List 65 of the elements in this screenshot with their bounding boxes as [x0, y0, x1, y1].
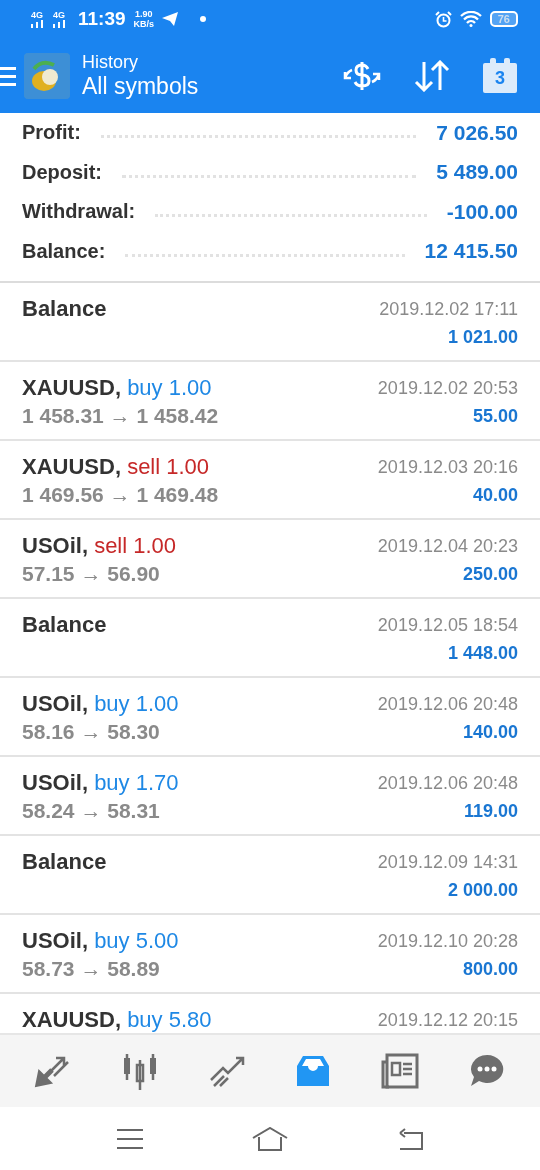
- deal-title: USOil, buy 1.00: [22, 690, 179, 718]
- price-range: 58.73 → 58.89: [22, 956, 161, 982]
- deal-time: 2019.12.04 20:23: [377, 535, 518, 558]
- deal-time: 2019.12.06 20:48: [377, 772, 518, 795]
- deal-time: 2019.12.12 20:15: [377, 1009, 518, 1032]
- summary-value: 5 489.00: [436, 160, 518, 185]
- price-range: 57.15 → 56.90: [22, 561, 161, 587]
- clock: 11:39: [78, 8, 126, 30]
- price-range: 1 469.56 → 1 469.48: [22, 482, 219, 508]
- deal-amount: 1 448.00: [447, 642, 518, 665]
- signal-icon: [30, 19, 44, 28]
- deal-title: XAUUSD, buy 5.80: [22, 1006, 212, 1033]
- deal-time: 2019.12.05 18:54: [377, 614, 518, 637]
- deal-amount: 140.00: [462, 721, 518, 744]
- alarm-clock-icon: [434, 10, 452, 28]
- deal-time: 2019.12.06 20:48: [377, 693, 518, 716]
- deal-title: USOil, buy 1.70: [22, 769, 179, 797]
- network-type: 4G: [31, 10, 43, 20]
- network-speed: 1.90: [135, 9, 153, 19]
- battery-indicator: 76: [489, 11, 518, 27]
- sort-icon[interactable]: [414, 59, 450, 92]
- deal-amount: 800.00: [462, 958, 518, 981]
- summary-value: -100.00: [446, 199, 518, 224]
- deal-time: 2019.12.02 20:53: [377, 377, 518, 400]
- deal-type: Balance: [22, 848, 107, 876]
- deal-type: Balance: [22, 295, 107, 323]
- deal-amount: 1 021.00: [447, 326, 518, 349]
- paper-plane-icon: [162, 12, 179, 26]
- summary-value: 7 026.50: [436, 120, 518, 145]
- recent-apps-icon[interactable]: [116, 1127, 144, 1150]
- deal-time: 2019.12.02 17:11: [379, 298, 518, 321]
- candlestick-chart-icon[interactable]: [121, 1052, 159, 1090]
- summary-label: Deposit:: [22, 160, 102, 184]
- summary-label: Withdrawal:: [22, 200, 136, 224]
- price-range: 1 458.31 → 1 458.42: [22, 403, 219, 429]
- summary-value: 12 415.50: [424, 239, 518, 264]
- symbol-filter[interactable]: All symbols: [82, 72, 342, 100]
- price-range: 58.16 → 58.30: [22, 719, 161, 745]
- deal-amount: 2 000.00: [447, 879, 518, 902]
- deal-amount: 55.00: [472, 405, 518, 428]
- summary-label: Profit:: [22, 121, 81, 145]
- deal-title: USOil, sell 1.00: [22, 532, 177, 560]
- network-type: 4G: [53, 10, 65, 20]
- app-logo: [24, 52, 70, 99]
- deal-amount: 119.00: [463, 800, 518, 823]
- deal-time: 2019.12.09 14:31: [377, 851, 518, 874]
- newspaper-icon[interactable]: [380, 1052, 419, 1090]
- wifi-icon: [459, 11, 482, 27]
- deal-title: XAUUSD, buy 1.00: [22, 374, 213, 402]
- deal-time: 2019.12.03 20:16: [377, 456, 518, 479]
- dot-icon: [200, 16, 207, 22]
- dollar-exchange-icon[interactable]: [342, 59, 382, 92]
- deal-type: Balance: [22, 611, 107, 639]
- deal-amount: 40.00: [472, 484, 518, 507]
- deal-amount: 250.00: [462, 563, 518, 586]
- deal-title: USOil, buy 5.00: [22, 927, 179, 955]
- screen-title: History: [82, 51, 139, 73]
- deal-time: 2019.12.10 20:28: [377, 930, 518, 953]
- signal-icon: [52, 19, 66, 28]
- summary-label: Balance:: [22, 239, 106, 263]
- speed-unit: KB/s: [133, 19, 155, 29]
- menu-icon[interactable]: [0, 64, 16, 87]
- deal-title: XAUUSD, sell 1.00: [22, 453, 211, 481]
- price-range: 58.24 → 58.31: [22, 798, 161, 824]
- home-icon[interactable]: [252, 1126, 288, 1151]
